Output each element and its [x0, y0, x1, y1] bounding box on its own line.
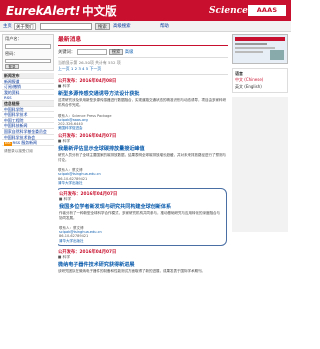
divider: [58, 74, 228, 75]
news-title-link[interactable]: 新型多源传感交通诱导方法设计获批: [58, 90, 228, 97]
keyword-label: 关键词：: [58, 50, 76, 55]
site-header: EurekAlert! 中文版 Science AAAS: [0, 0, 291, 21]
password-label: 密码：: [5, 50, 18, 56]
scope-select[interactable]: 关于我们: [14, 23, 36, 30]
thumbnail-line: [235, 43, 267, 45]
news-summary: 作者分析了一种新型全球科学合作模式，多家研究机构共同参与，推动基础研究与应用转化…: [59, 210, 220, 220]
contact-org[interactable]: 美国科学促进会: [58, 126, 228, 130]
contact-org[interactable]: 清华大学出版社: [58, 181, 228, 185]
news-tag: ■ 科学: [58, 84, 71, 88]
sidebar-item-rss-news[interactable]: RSS RSS 服务新闻: [2, 140, 54, 146]
title-rule: [58, 45, 228, 46]
keyword-input[interactable]: [77, 49, 108, 55]
top-toolbar: 主页 关于我们 搜索 高级搜索 帮助: [0, 21, 291, 32]
sidebar-item-rss-news-label: RSS 服务新闻: [12, 140, 37, 146]
news-summary: 这项研究涉及采用新型多源传感器进行数据融合，实现道路交通状态的精准识别与动态诱导…: [58, 98, 226, 107]
toolbar-search-button[interactable]: 搜索: [95, 23, 110, 30]
rss-icon: RSS: [4, 141, 12, 146]
thumbnail-line: [235, 51, 263, 53]
login-box: 用户名： 密码： 登录: [2, 34, 54, 71]
news-item-highlighted: 公开发布：2016年04月07日 ■ 科学 我国多位学者新发现与研究共同构建全球…: [58, 187, 227, 246]
thumbnail-line: [235, 47, 275, 49]
pager[interactable]: 上一页 1 2 3 4 5 下一页: [58, 66, 228, 72]
keyword-search: 关键词： 搜索 高级: [58, 49, 228, 55]
password-field[interactable]: [5, 58, 51, 63]
science-logo[interactable]: Science: [209, 6, 248, 16]
news-title-link[interactable]: 我国多位学者新发现与研究共同构建全球创新体系: [59, 203, 223, 210]
thumbnail-header-bar: [235, 37, 285, 41]
language-option-english[interactable]: 英文 (English): [235, 84, 285, 91]
sidebar: 用户名： 密码： 登录 新闻发布 新闻报道 订阅/撤销 我的资料 RSS 信息链…: [2, 34, 54, 239]
news-tag: ■ 科学: [58, 254, 71, 259]
page-thumbnail[interactable]: [232, 34, 288, 64]
news-tag: ■ 科学: [59, 196, 72, 201]
toolbar-search-input[interactable]: [40, 23, 92, 30]
subscribe-note: 请登录以接受订阅: [4, 148, 33, 153]
contact-org[interactable]: 清华大学出版社: [59, 239, 223, 243]
news-contact: 联系人：蔡文博 scipak@tsinghua.edu.cn 86-10-627…: [58, 168, 228, 184]
divider: [58, 57, 228, 58]
news-tag: ■ 科学: [58, 138, 71, 143]
news-contact: 联系人：蔡文博 scipak@tsinghua.edu.cn 86-10-627…: [59, 226, 223, 242]
news-item: 公开发布：2016年04月08日 ■ 科学 新型多源传感交通诱导方法设计获批 这…: [58, 78, 228, 130]
advanced-link[interactable]: 高级: [125, 49, 134, 55]
language-box: 语言 中文 (Chinese) 英文 (English): [232, 68, 288, 93]
news-summary: 研究人员分析了全球主要国家的碳排放数据，结果表明全球碳排放增长趋缓，并对未来排放…: [58, 152, 226, 162]
news-item: 公开发布：2016年04月07日 ■ 科学 微纳电子器件技术研究获得新进展 该研…: [58, 249, 228, 284]
logo-text-en: EurekAlert!: [6, 3, 81, 18]
eurekalert-logo[interactable]: EurekAlert! 中文版: [6, 3, 117, 18]
right-panel: 语言 中文 (Chinese) 英文 (English): [232, 34, 288, 232]
news-title-link[interactable]: 我最新评估显示全球碳排放量接近峰值: [58, 145, 228, 152]
page-title: 最新消息: [58, 37, 82, 43]
thumbnail-image: [270, 50, 284, 60]
username-label: 用户名：: [5, 36, 22, 41]
logo-text-cn: 中文版: [82, 3, 117, 18]
sidebar-item-nsfc[interactable]: 国家自然科学基金委员会: [2, 129, 54, 135]
home-link[interactable]: 主页: [3, 23, 12, 30]
news-title-link[interactable]: 微纳电子器件技术研究获得新进展: [58, 261, 228, 268]
right-panel-blank: [232, 97, 288, 232]
sidebar-nav: 新闻发布 新闻报道 订阅/撤销 我的资料 RSS 信息链接 中国科学院 中国科学…: [2, 73, 54, 146]
advanced-search-link[interactable]: 高级搜索: [113, 23, 131, 30]
username-field[interactable]: [5, 44, 51, 49]
news-item: 公开发布：2016年04月07日 ■ 科学 我最新评估显示全球碳排放量接近峰值 …: [58, 133, 228, 185]
login-button[interactable]: 登录: [5, 64, 19, 69]
main-content: 最新消息 关键词： 搜索 高级 当前显示第 26-50项 共计有 552 项 上…: [58, 34, 228, 349]
help-link[interactable]: 帮助: [160, 23, 169, 30]
aaas-logo[interactable]: AAAS: [248, 5, 286, 16]
news-summary: 该研究团队在微纳电子器件的制备和性能测试方面取得了新的进展，成果发表于国际学术期…: [58, 268, 205, 273]
keyword-search-button[interactable]: 搜索: [109, 49, 123, 55]
news-contact: 联系人：Science Press Package scipak@aaas.or…: [58, 114, 228, 130]
